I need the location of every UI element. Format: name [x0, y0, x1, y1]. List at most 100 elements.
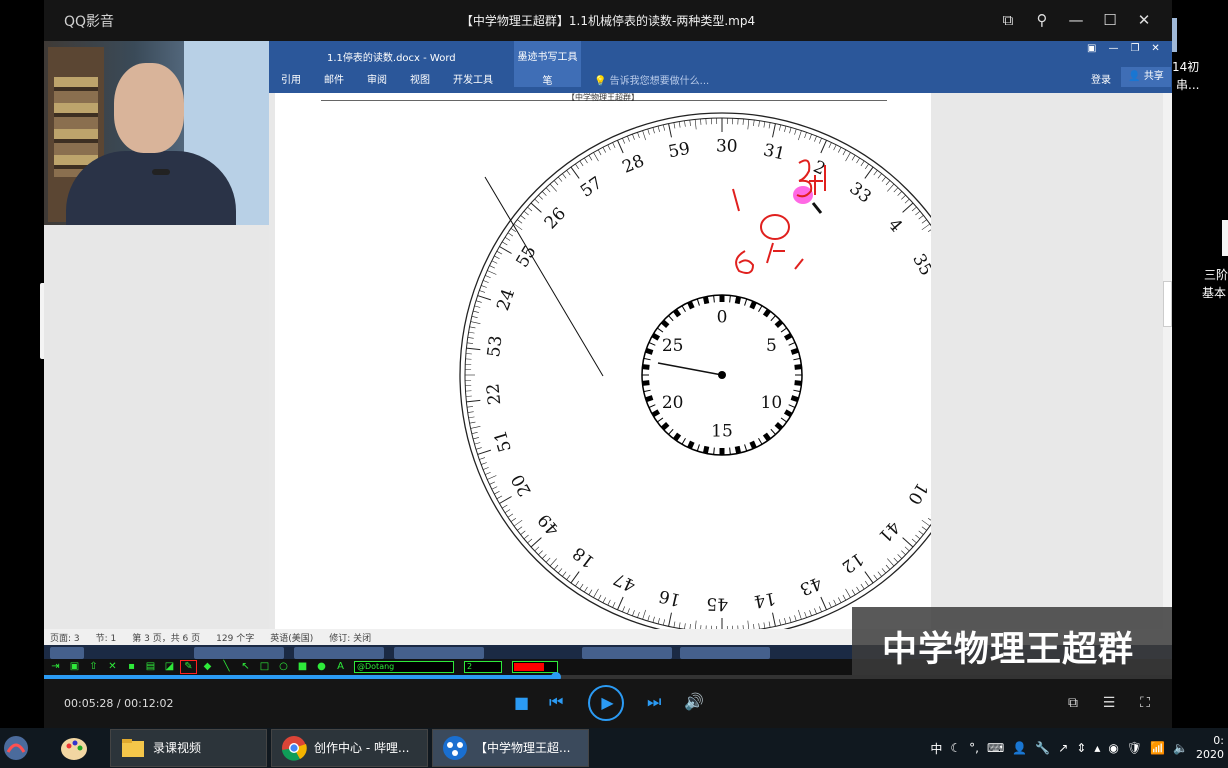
usb-icon[interactable]: ⇕: [1076, 741, 1086, 755]
taskbar-item-chrome[interactable]: 创作中心 - 哔哩...: [271, 729, 428, 767]
desktop-left-strip: [0, 0, 48, 728]
start-icon[interactable]: [0, 732, 32, 764]
eraser-tool-icon[interactable]: ◪: [162, 661, 177, 673]
stop-icon[interactable]: ■: [514, 693, 529, 712]
menu-mailings[interactable]: 邮件: [324, 71, 344, 86]
speaker-icon[interactable]: 🔈: [1173, 741, 1188, 755]
rect-tool-icon[interactable]: □: [257, 661, 272, 673]
clock-time: 0:: [1213, 734, 1224, 747]
punctuation-icon[interactable]: °,: [969, 741, 979, 755]
screenshot-icon[interactable]: ⧉: [1064, 695, 1082, 713]
filled-rect-tool-icon[interactable]: ■: [295, 661, 310, 673]
qqplayer-tray-icon[interactable]: ◉: [1108, 741, 1118, 755]
mini-mode-icon[interactable]: ⧉: [998, 10, 1018, 30]
line-tool-icon[interactable]: ╲: [219, 661, 234, 673]
menu-references[interactable]: 引用: [281, 71, 301, 86]
word-close-icon[interactable]: ✕: [1151, 43, 1159, 54]
highlighter-tool-icon[interactable]: ◆: [200, 661, 215, 673]
next-icon[interactable]: ⏭: [647, 692, 661, 712]
up-tool-icon[interactable]: ⇧: [86, 661, 101, 673]
word-restore-icon[interactable]: ❐: [1130, 43, 1139, 54]
outer-tick: [489, 481, 496, 485]
document-area: 【中学物理王超群】 285930312334356378391041124314…: [269, 93, 1172, 629]
taskbar-item-folder[interactable]: 录课视频: [110, 729, 267, 767]
outer-tick: [904, 546, 910, 552]
inner-tick: [794, 380, 802, 386]
outer-tick: [481, 285, 487, 288]
menu-view[interactable]: 视图: [410, 71, 430, 86]
filled-ellipse-tool-icon[interactable]: ●: [314, 661, 329, 673]
play-button[interactable]: ▶: [588, 685, 624, 721]
outer-tick: [789, 127, 792, 134]
outer-tick: [877, 571, 882, 577]
outer-tick: [911, 538, 917, 544]
inner-tick: [651, 332, 661, 341]
minimize-icon[interactable]: —: [1066, 10, 1086, 30]
video-frame[interactable]: 1.1停表的读数.docx - Word 墨迹书写工具 笔 引用 邮件 审阅 视…: [44, 41, 1172, 675]
outer-tick: [523, 534, 529, 540]
vertical-scrollbar[interactable]: [1163, 93, 1172, 629]
maximize-icon[interactable]: ☐: [1100, 10, 1120, 30]
inner-tick: [645, 347, 654, 355]
outer-tick: [593, 152, 599, 162]
font-select[interactable]: @Dotang: [354, 661, 454, 673]
outer-tick: [918, 215, 924, 220]
clear-tool-icon[interactable]: ✕: [105, 661, 120, 673]
close-icon[interactable]: ✕: [1134, 10, 1154, 30]
wrench-icon[interactable]: 🔧: [1035, 741, 1050, 755]
outer-tick: [588, 589, 593, 595]
outer-tick: [779, 124, 781, 131]
outer-tick: [763, 121, 766, 128]
document-page[interactable]: 【中学物理王超群】 285930312334356378391041124314…: [275, 93, 931, 629]
paint-icon[interactable]: [58, 732, 90, 764]
keyboard-icon[interactable]: ⌨: [987, 741, 1004, 755]
word-minimize-icon[interactable]: —: [1108, 43, 1118, 54]
exit-tool-icon[interactable]: ⇥: [48, 661, 63, 673]
outer-tick: [902, 202, 914, 213]
text-tool-icon[interactable]: A: [333, 661, 348, 673]
window-tool-icon[interactable]: ▣: [67, 661, 82, 673]
user-icon[interactable]: 👤: [1012, 741, 1027, 755]
settings-icon[interactable]: ☰: [1100, 695, 1118, 713]
ellipse-tool-icon[interactable]: ○: [276, 661, 291, 673]
stopwatch-figure: 2859303123343563783910411243144516471849…: [459, 112, 931, 629]
ribbon-display-icon[interactable]: ▣: [1087, 43, 1096, 54]
scrollbar-thumb[interactable]: [1163, 281, 1172, 327]
menu-review[interactable]: 审阅: [367, 71, 387, 86]
outer-tick: [842, 594, 847, 601]
pin-icon[interactable]: ⚲: [1032, 10, 1052, 30]
ime-indicator[interactable]: 中: [930, 740, 942, 757]
desktop-text: 14初: [1172, 60, 1200, 74]
fullscreen-icon[interactable]: ⛶: [1136, 695, 1154, 713]
pen-tool-icon[interactable]: ✎: [180, 660, 197, 674]
inner-dial-label: 15: [711, 422, 733, 442]
clock[interactable]: 0: 2020: [1196, 734, 1224, 762]
taskbar-item-qqplayer[interactable]: 【中学物理王超...: [432, 729, 589, 767]
moon-icon[interactable]: ☾: [950, 741, 961, 755]
previous-icon[interactable]: ⏮: [549, 692, 563, 712]
share-button[interactable]: 👤 共享: [1121, 67, 1171, 87]
ink-tools-group-label: 墨迹书写工具: [517, 52, 578, 63]
outer-tick: [657, 125, 660, 132]
security-icon[interactable]: 🛡: [1127, 741, 1142, 755]
ink-tools-tab[interactable]: 墨迹书写工具 笔: [514, 41, 581, 87]
arrow-tool-icon[interactable]: ↖: [238, 661, 253, 673]
tell-me-input[interactable]: 💡 告诉我您想要做什么...: [594, 72, 709, 87]
login-link[interactable]: 登录: [1091, 71, 1111, 86]
outer-tick: [820, 140, 827, 154]
outer-tick: [549, 183, 557, 192]
save-tool-icon[interactable]: ▪: [124, 661, 139, 673]
open-tool-icon[interactable]: ▤: [143, 661, 158, 673]
volume-icon[interactable]: 🔊: [684, 692, 704, 711]
tray-expand-icon[interactable]: ▴: [1094, 741, 1100, 755]
outer-tick: [642, 130, 646, 141]
menu-developer[interactable]: 开发工具: [453, 71, 493, 86]
network-icon[interactable]: 📶: [1150, 741, 1165, 755]
size-select[interactable]: 2: [464, 661, 502, 673]
outer-tick: [504, 509, 511, 513]
outer-dial-label: 33: [845, 178, 874, 207]
outer-tick: [864, 166, 874, 179]
color-select[interactable]: [512, 661, 558, 673]
outer-tick: [845, 588, 851, 598]
external-icon[interactable]: ↗: [1058, 741, 1068, 755]
